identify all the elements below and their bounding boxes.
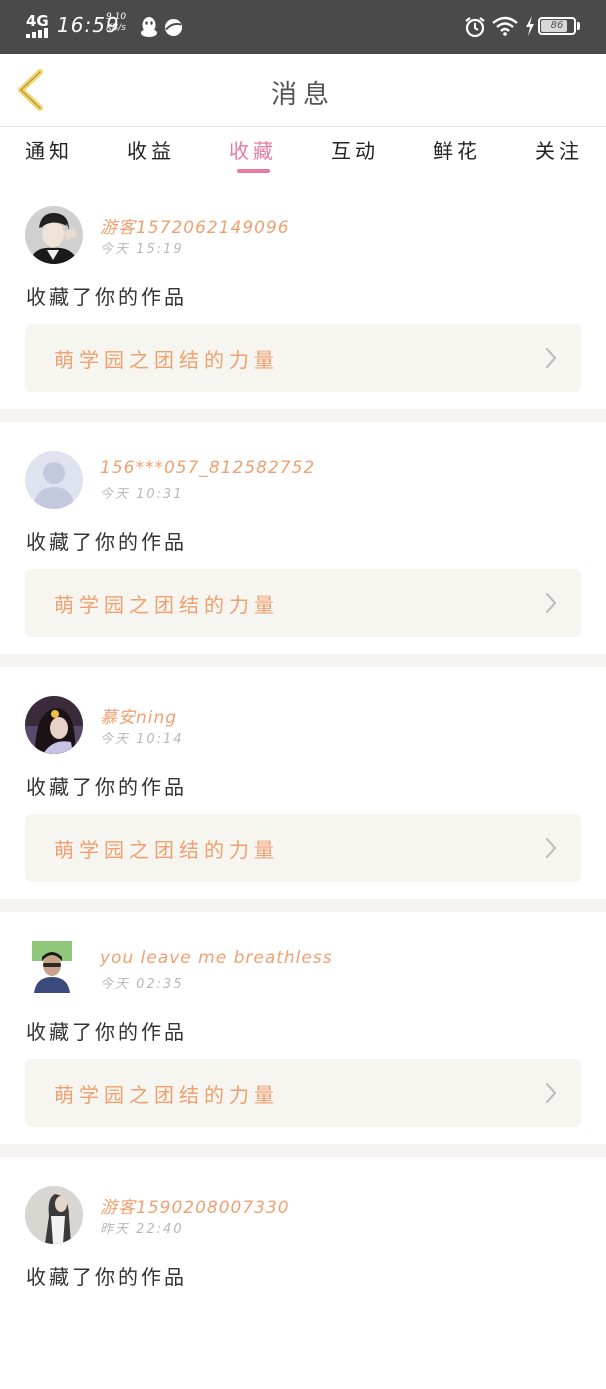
action-text: 收藏了你的作品 bbox=[26, 1265, 187, 1289]
avatar[interactable] bbox=[25, 696, 83, 754]
avatar-photo-man bbox=[32, 941, 72, 993]
network-speed-unit: KB/s bbox=[106, 23, 126, 33]
work-link[interactable]: 萌学园之团结的力量 bbox=[25, 814, 581, 882]
chevron-right-icon bbox=[545, 347, 557, 369]
message-item: you leave me breathless 今天 02:35 收藏了你的作品… bbox=[0, 912, 606, 1144]
work-title: 萌学园之团结的力量 bbox=[54, 838, 279, 862]
action-text: 收藏了你的作品 bbox=[26, 1020, 187, 1044]
tab-interactions[interactable]: 互动 bbox=[315, 135, 395, 164]
divider bbox=[0, 1144, 606, 1157]
divider bbox=[0, 654, 606, 667]
tab-earnings[interactable]: 收益 bbox=[111, 135, 191, 164]
divider bbox=[0, 899, 606, 912]
page-title: 消息 bbox=[270, 80, 335, 110]
avatar[interactable] bbox=[25, 451, 83, 509]
action-text: 收藏了你的作品 bbox=[26, 775, 187, 799]
avatar[interactable] bbox=[25, 1186, 83, 1244]
work-link[interactable]: 萌学园之团结的力量 bbox=[25, 569, 581, 637]
tab-bar: 通知 收益 收藏 互动 鲜花 关注 bbox=[0, 127, 606, 177]
action-text: 收藏了你的作品 bbox=[26, 530, 187, 554]
battery-level: 86 bbox=[550, 20, 564, 31]
globe-icon bbox=[164, 18, 183, 37]
alarm-icon bbox=[465, 17, 485, 38]
wifi-icon bbox=[492, 16, 518, 36]
username[interactable]: you leave me breathless bbox=[100, 948, 333, 968]
charging-icon bbox=[526, 16, 534, 36]
work-link[interactable]: 萌学园之团结的力量 bbox=[25, 1059, 581, 1127]
work-link[interactable]: 萌学园之团结的力量 bbox=[25, 324, 581, 392]
username[interactable]: 游客1572062149096 bbox=[100, 213, 290, 238]
timestamp: 昨天 22:40 bbox=[100, 1222, 184, 1237]
message-item: 慕安ning 今天 10:14 收藏了你的作品 萌学园之团结的力量 bbox=[0, 667, 606, 899]
action-text: 收藏了你的作品 bbox=[26, 285, 187, 309]
avatar[interactable] bbox=[32, 941, 72, 993]
tab-flowers[interactable]: 鲜花 bbox=[417, 135, 497, 164]
message-item: 游客1572062149096 今天 15:19 收藏了你的作品 萌学园之团结的… bbox=[0, 177, 606, 409]
tab-following[interactable]: 关注 bbox=[519, 135, 599, 164]
timestamp: 今天 02:35 bbox=[100, 977, 184, 992]
qq-icon bbox=[141, 17, 157, 37]
message-item: 156***057_812582752 今天 10:31 收藏了你的作品 萌学园… bbox=[0, 422, 606, 654]
avatar-photo-girl bbox=[25, 696, 83, 754]
avatar[interactable] bbox=[25, 206, 83, 264]
chevron-right-icon bbox=[545, 1082, 557, 1104]
active-tab-indicator bbox=[237, 169, 270, 173]
header: 消息 bbox=[0, 54, 606, 127]
message-list: 游客1572062149096 今天 15:19 收藏了你的作品 萌学园之团结的… bbox=[0, 177, 606, 1389]
timestamp: 今天 10:31 bbox=[100, 487, 184, 502]
battery-cap bbox=[577, 22, 580, 30]
network-speed-value: 9.10 bbox=[106, 12, 127, 22]
avatar-default bbox=[25, 451, 83, 509]
chevron-right-icon bbox=[545, 837, 557, 859]
timestamp: 今天 15:19 bbox=[100, 242, 184, 257]
timestamp: 今天 10:14 bbox=[100, 732, 184, 747]
avatar-photo-boy bbox=[25, 206, 83, 264]
signal-icon bbox=[26, 28, 50, 38]
message-item: 游客1590208007330 昨天 22:40 收藏了你的作品 bbox=[0, 1157, 606, 1389]
battery-icon: 86 bbox=[538, 17, 576, 35]
work-title: 萌学园之团结的力量 bbox=[54, 1083, 279, 1107]
work-title: 萌学园之团结的力量 bbox=[54, 593, 279, 617]
network-speed: 9.10 KB/s bbox=[106, 12, 126, 34]
work-title: 萌学园之团结的力量 bbox=[54, 348, 279, 372]
username[interactable]: 156***057_812582752 bbox=[100, 458, 315, 478]
tab-notifications[interactable]: 通知 bbox=[9, 135, 89, 164]
chevron-right-icon bbox=[545, 592, 557, 614]
avatar-photo-figure bbox=[25, 1186, 83, 1244]
divider bbox=[0, 409, 606, 422]
username[interactable]: 游客1590208007330 bbox=[100, 1193, 290, 1218]
status-bar: 4G 16:59 9.10 KB/s 86 bbox=[0, 0, 606, 54]
tab-favorites[interactable]: 收藏 bbox=[213, 135, 293, 164]
username[interactable]: 慕安ning bbox=[100, 703, 177, 728]
